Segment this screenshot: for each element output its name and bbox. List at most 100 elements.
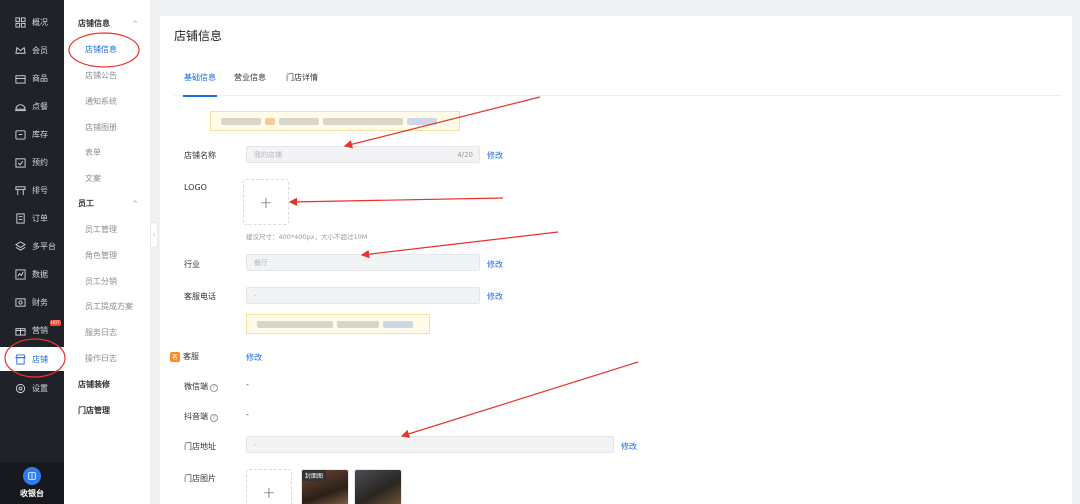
- redacted-text: [257, 320, 333, 328]
- gift-icon: [15, 325, 26, 336]
- store-icon: [15, 353, 26, 365]
- rail-item-store[interactable]: 店铺: [0, 347, 64, 371]
- dish-icon: [15, 101, 26, 112]
- rail-item-label: 设置: [32, 383, 48, 393]
- redacted-text: [279, 117, 319, 125]
- warehouse-icon: [15, 129, 26, 140]
- redacted-text: [221, 117, 261, 125]
- order-icon: [15, 212, 26, 224]
- service-phone-value: -: [254, 291, 257, 300]
- submenu-item-decoration[interactable]: 店铺装修: [78, 379, 110, 390]
- grid-icon: [15, 16, 26, 28]
- chevron-up-icon: ^: [132, 199, 138, 208]
- layers-icon: [15, 240, 26, 252]
- cashier-button[interactable]: 收银台: [0, 462, 64, 504]
- redacted-link: [383, 320, 413, 328]
- rail-item-label: 库存: [32, 129, 48, 139]
- hot-badge: HOT: [50, 320, 61, 326]
- cashier-icon: [23, 467, 41, 485]
- address-input[interactable]: -: [246, 436, 614, 453]
- store-info-panel: 店铺信息 基础信息 营业信息 门店详情 店铺名称 我的店铺 4/20 修改 LO…: [160, 16, 1072, 504]
- edit-industry-link[interactable]: 修改: [487, 259, 503, 270]
- rail-item-label: 店铺: [32, 354, 48, 364]
- tab-basic-info[interactable]: 基础信息: [183, 72, 217, 97]
- service-icon: 客: [170, 351, 180, 362]
- store-name-value: 我的店铺: [254, 150, 282, 159]
- submenu-group-staff[interactable]: 员工 ^: [78, 198, 138, 209]
- submenu-group-label: 员工: [78, 199, 94, 208]
- app-root: 概况 会员 商品 点餐 库存 预约 排号 订单 多平台 数据 财务 营销 HOT…: [0, 0, 1080, 504]
- rail-item-multiplatform[interactable]: 多平台: [0, 234, 64, 258]
- submenu-item-copywriting[interactable]: 文案: [85, 173, 101, 184]
- submenu-item-outlets[interactable]: 门店管理: [78, 405, 110, 416]
- plus-icon: +: [259, 192, 273, 212]
- submenu-item-commission[interactable]: 员工提成方案: [85, 301, 133, 312]
- douyin-label-text: 抖音端: [184, 412, 208, 421]
- rail-item-ordering[interactable]: 点餐: [0, 94, 64, 118]
- submenu-item-album[interactable]: 店铺图册: [85, 122, 117, 133]
- rail-item-label: 订单: [32, 213, 48, 223]
- industry-input[interactable]: 餐厅: [246, 254, 480, 271]
- tab-business-info[interactable]: 营业信息: [234, 72, 266, 96]
- store-name-input[interactable]: 我的店铺 4/20: [246, 146, 480, 163]
- edit-service-link[interactable]: 修改: [246, 352, 262, 363]
- rail-item-label: 点餐: [32, 101, 48, 111]
- rail-item-inventory[interactable]: 库存: [0, 122, 64, 146]
- edit-address-link[interactable]: 修改: [621, 441, 637, 452]
- notice-banner: [246, 314, 430, 334]
- chevron-left-icon: ‹: [152, 231, 156, 239]
- rail-item-products[interactable]: 商品: [0, 66, 64, 90]
- submenu-group-store-info[interactable]: 店铺信息 ^: [78, 18, 138, 29]
- char-count: 4/20: [457, 150, 473, 159]
- photo-upload-button[interactable]: +: [246, 469, 292, 504]
- rail-item-marketing[interactable]: 营销 HOT: [0, 318, 64, 342]
- box-icon: [15, 73, 26, 84]
- rail-item-finance[interactable]: 财务: [0, 290, 64, 314]
- money-icon: [15, 297, 26, 308]
- redacted-text: [323, 117, 403, 125]
- cashier-label: 收银台: [20, 489, 44, 498]
- submenu-group-label: 店铺信息: [78, 19, 110, 28]
- collapse-sidebar-button[interactable]: ‹: [150, 222, 158, 248]
- address-value: -: [254, 440, 257, 449]
- help-icon[interactable]: ?: [210, 384, 218, 392]
- logo-upload-button[interactable]: +: [243, 179, 289, 225]
- rail-item-label: 商品: [32, 73, 48, 83]
- redacted-text: [337, 320, 379, 328]
- rail-item-orders[interactable]: 订单: [0, 206, 64, 230]
- submenu-item-announcement[interactable]: 店铺公告: [85, 70, 117, 81]
- rail-item-data[interactable]: 数据: [0, 262, 64, 286]
- plus-icon: +: [262, 482, 276, 502]
- edit-phone-link[interactable]: 修改: [487, 291, 503, 302]
- address-label: 门店地址: [184, 442, 216, 451]
- submenu-item-notification[interactable]: 通知系统: [85, 96, 117, 107]
- rail-item-members[interactable]: 会员: [0, 38, 64, 62]
- rail-item-booking[interactable]: 预约: [0, 150, 64, 174]
- rail-item-overview[interactable]: 概况: [0, 10, 64, 34]
- submenu-item-operation-log[interactable]: 操作日志: [85, 353, 117, 364]
- douyin-label: 抖音端?: [184, 411, 218, 422]
- submenu-item-role-manage[interactable]: 角色管理: [85, 250, 117, 261]
- calendar-check-icon: [15, 157, 26, 168]
- help-icon[interactable]: ?: [210, 414, 218, 422]
- rail-item-label: 排号: [32, 185, 48, 195]
- notice-banner: [210, 111, 460, 131]
- submenu-item-service-log[interactable]: 服务日志: [85, 327, 117, 338]
- store-photo-cover[interactable]: 封面图: [301, 469, 349, 504]
- rail-item-queue[interactable]: 排号: [0, 178, 64, 202]
- tab-store-details[interactable]: 门店详情: [286, 72, 318, 96]
- submenu-item-staff-distribution[interactable]: 员工分销: [85, 276, 117, 287]
- queue-icon: [15, 185, 26, 196]
- chevron-up-icon: ^: [132, 19, 138, 28]
- submenu-item-staff-manage[interactable]: 员工管理: [85, 224, 117, 235]
- store-photo[interactable]: [354, 469, 402, 504]
- submenu-item-form[interactable]: 表单: [85, 147, 101, 158]
- service-section-label: 客服: [183, 352, 199, 361]
- edit-store-name-link[interactable]: 修改: [487, 150, 503, 161]
- rail-item-label: 营销: [32, 325, 48, 335]
- chart-icon: [15, 268, 26, 280]
- service-phone-input[interactable]: -: [246, 287, 480, 304]
- rail-item-settings[interactable]: 设置: [0, 376, 64, 400]
- submenu-item-store-info[interactable]: 店铺信息: [85, 44, 117, 55]
- redacted-text: [265, 117, 275, 125]
